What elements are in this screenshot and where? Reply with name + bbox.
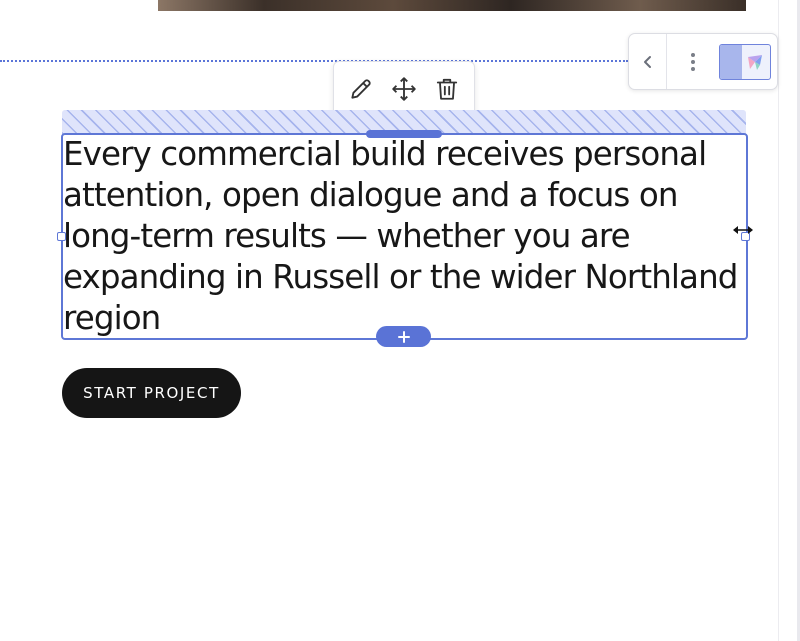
move-icon	[392, 77, 416, 101]
left-resize-handle[interactable]	[57, 232, 66, 241]
editor-widget-panel	[628, 33, 778, 90]
panel-more-button[interactable]	[667, 34, 719, 89]
app-logo-button[interactable]	[719, 43, 771, 80]
logo-panel-half	[720, 44, 742, 79]
body-paragraph[interactable]: Every commercial build receives personal…	[63, 134, 753, 339]
add-element-button[interactable]	[376, 326, 431, 347]
edit-button[interactable]	[343, 71, 379, 107]
more-vertical-icon	[691, 52, 695, 71]
page-edge	[778, 0, 779, 641]
pencil-icon	[351, 79, 371, 99]
start-project-button[interactable]: START PROJECT	[62, 368, 241, 418]
plus-icon	[397, 330, 410, 343]
app-logo-icon	[748, 54, 762, 70]
move-button[interactable]	[386, 71, 422, 107]
chevron-left-icon	[643, 55, 651, 68]
resize-cursor-icon	[733, 226, 753, 234]
trash-icon	[436, 78, 457, 100]
panel-back-button[interactable]	[629, 34, 667, 89]
delete-button[interactable]	[429, 71, 465, 107]
section-image	[158, 0, 746, 11]
element-edit-toolbar	[333, 61, 475, 117]
section-guide-line	[0, 60, 628, 62]
